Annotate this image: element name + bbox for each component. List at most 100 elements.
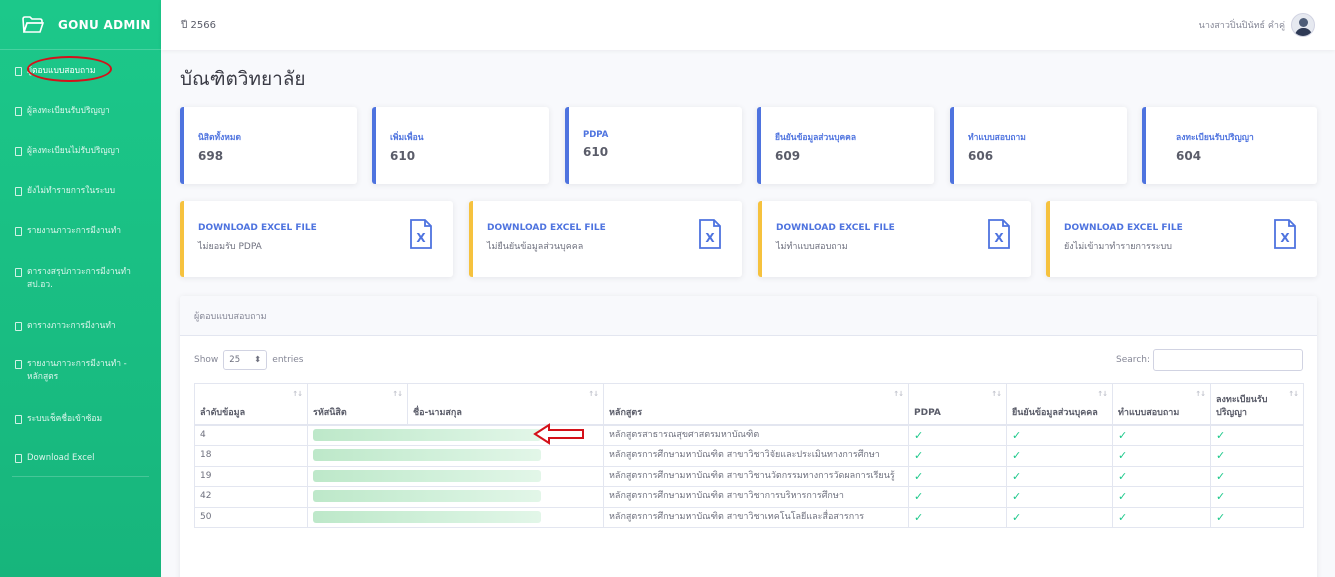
column-header[interactable]: รหัสนิสิต ↑↓ (307, 383, 408, 426)
document-icon (15, 322, 22, 331)
stat-label: ลงทะเบียนรับปริญญา (1176, 133, 1254, 143)
check-icon: ✓ (1210, 486, 1304, 508)
select-arrows-icon: ⬍ (254, 355, 262, 365)
check-icon: ✓ (1210, 506, 1304, 528)
sidebar-item-label: รายงานภาวะการมีงานทำ (27, 226, 121, 236)
column-header-label: ยืนยันข้อมูลส่วนบุคคล (1012, 407, 1098, 418)
excel-file-icon[interactable]: X (987, 219, 1011, 249)
year-label: ปี 2566 (181, 19, 216, 31)
sidebar: GONU ADMIN ผู้ตอบแบบสอบถาม ผู้ลงทะเบียนร… (0, 0, 161, 577)
stat-label: นิสิตทั้งหมด (198, 133, 241, 143)
svg-text:X: X (994, 231, 1004, 245)
stat-card-total-students: นิสิตทั้งหมด 698 (180, 107, 357, 184)
column-header[interactable]: ยืนยันข้อมูลส่วนบุคคล ↑↓ (1006, 383, 1113, 426)
entries-select[interactable]: 25 ⬍ (223, 350, 268, 370)
sidebar-item-registered-no-degree[interactable]: ผู้ลงทะเบียนไม่รับปริญญา (0, 145, 126, 158)
excel-file-icon[interactable]: X (409, 219, 433, 249)
document-icon (15, 415, 22, 424)
cell-program: หลักสูตรการศึกษามหาบัณฑิต สาขาวิชานวัตกร… (603, 465, 909, 487)
annotation-arrow-icon (533, 423, 584, 445)
cell-no: 4 (194, 424, 308, 446)
sidebar-item-employment-summary[interactable]: ตารางสรุปภาวะการมีงานทำ สป.อว. (0, 266, 150, 292)
check-icon: ✓ (1210, 424, 1304, 446)
check-icon: ✓ (908, 465, 1007, 487)
sidebar-item-download-excel[interactable]: Download Excel (0, 452, 100, 465)
table-header-row: ลำดับข้อมูล ↑↓ รหัสนิสิต ↑↓ ชื่อ-นามสกุล ↑↓… (194, 383, 1304, 426)
stat-card-degree-registration: ลงทะเบียนรับปริญญา 604 (1142, 107, 1317, 184)
sort-icon: ↑↓ (1195, 390, 1206, 398)
cell-no: 50 (194, 506, 308, 528)
table-row[interactable]: 4 หลักสูตรสาธารณสุขศาสตรมหาบัณฑิต ✓ ✓ ✓ … (194, 424, 1304, 446)
sidebar-item-label: ระบบเช็คชื่อเข้าซ้อม (27, 414, 103, 424)
sidebar-item-label: ผู้ลงทะเบียนไม่รับปริญญา (27, 146, 120, 156)
redacted-block (313, 490, 541, 502)
download-card-no-confirm[interactable]: DOWNLOAD EXCEL FILE ไม่ยืนยันข้อมูลส่วนบ… (469, 201, 742, 277)
sort-icon: ↑↓ (991, 390, 1002, 398)
check-icon: ✓ (1210, 465, 1304, 487)
sidebar-item-attendance-check[interactable]: ระบบเช็คชื่อเข้าซ้อม (0, 413, 108, 426)
table-row[interactable]: 19 หลักสูตรการศึกษามหาบัณฑิต สาขาวิชานวั… (194, 465, 1304, 487)
sidebar-divider (12, 476, 149, 477)
table-row[interactable]: 42 หลักสูตรการศึกษามหาบัณฑิต สาขาวิชาการ… (194, 486, 1304, 508)
excel-file-icon[interactable]: X (698, 219, 722, 249)
sort-icon: ↑↓ (392, 390, 403, 398)
stat-card-questionnaire: ทำแบบสอบถาม 606 (950, 107, 1127, 184)
document-icon (15, 187, 22, 196)
search-wrap: Search: (1116, 349, 1303, 371)
sidebar-item-label: Download Excel (27, 453, 95, 463)
column-header[interactable]: ชื่อ-นามสกุล ↑↓ (407, 383, 604, 426)
table-row[interactable]: 50 หลักสูตรการศึกษามหาบัณฑิต สาขาวิชาเทค… (194, 506, 1304, 528)
sort-icon: ↑↓ (292, 390, 303, 398)
check-icon: ✓ (1006, 486, 1113, 508)
stat-value: 609 (775, 149, 801, 163)
cell-program: หลักสูตรสาธารณสุขศาสตรมหาบัณฑิต (603, 424, 909, 446)
sidebar-item-employment-by-program[interactable]: รายงานภาวะการมีงานทำ - หลักสูตร (0, 358, 150, 384)
check-icon: ✓ (1112, 465, 1211, 487)
table-row[interactable]: 18 หลักสูตรการศึกษามหาบัณฑิต สาขาวิชาวิจ… (194, 445, 1304, 467)
document-icon (15, 227, 22, 236)
column-header[interactable]: ลงทะเบียนรับปริญญา ↑↓ (1210, 383, 1304, 426)
show-label: Show (194, 355, 219, 365)
stat-value: 606 (968, 149, 994, 163)
excel-file-icon[interactable]: X (1273, 219, 1297, 249)
stat-label: เพิ่มเพื่อน (390, 133, 424, 143)
cell-redacted (307, 465, 604, 487)
user-menu[interactable]: นางสาวปิ่นปินัทธ์ คำคู่ (1199, 13, 1315, 37)
sidebar-item-label: ตารางสรุปภาวะการมีงานทำ สป.อว. (27, 267, 131, 290)
document-icon (15, 67, 22, 76)
respondents-table: ลำดับข้อมูล ↑↓ รหัสนิสิต ↑↓ ชื่อ-นามสกุล ↑↓… (194, 383, 1304, 528)
column-header[interactable]: ทำแบบสอบถาม ↑↓ (1112, 383, 1211, 426)
sidebar-item-not-in-system[interactable]: ยังไม่ทำรายการในระบบ (0, 185, 121, 198)
sidebar-item-registered-degree[interactable]: ผู้ลงทะเบียนรับปริญญา (0, 105, 116, 118)
cell-redacted (307, 445, 604, 467)
download-card-no-questionnaire[interactable]: DOWNLOAD EXCEL FILE ไม่ทำแบบสอบถาม X (758, 201, 1031, 277)
cell-redacted (307, 506, 604, 528)
check-icon: ✓ (1006, 445, 1113, 467)
avatar (1291, 13, 1315, 37)
download-card-not-in-system[interactable]: DOWNLOAD EXCEL FILE ยังไม่เข้ามาทำรายการ… (1046, 201, 1317, 277)
stat-card-pdpa: PDPA 610 (565, 107, 742, 184)
sidebar-item-label: รายงานภาวะการมีงานทำ - หลักสูตร (27, 359, 127, 382)
column-header-label: ชื่อ-นามสกุล (413, 407, 462, 418)
check-icon: ✓ (1006, 424, 1113, 446)
column-header[interactable]: หลักสูตร ↑↓ (603, 383, 909, 426)
cell-no: 42 (194, 486, 308, 508)
brand[interactable]: GONU ADMIN (0, 0, 161, 50)
column-header[interactable]: PDPA ↑↓ (908, 383, 1007, 426)
sort-icon: ↑↓ (1097, 390, 1108, 398)
check-icon: ✓ (908, 445, 1007, 467)
sidebar-item-label: ตารางภาวะการมีงานทำ (27, 321, 116, 331)
brand-name: GONU ADMIN (58, 17, 151, 32)
sidebar-item-employment-table[interactable]: ตารางภาวะการมีงานทำ (0, 320, 122, 333)
download-card-no-pdpa[interactable]: DOWNLOAD EXCEL FILE ไม่ยอมรับ PDPA X (180, 201, 453, 277)
redacted-block (313, 449, 541, 461)
entries-value: 25 (229, 355, 241, 365)
check-icon: ✓ (908, 506, 1007, 528)
svg-text:X: X (705, 231, 715, 245)
document-icon (15, 268, 22, 277)
column-header[interactable]: ลำดับข้อมูล ↑↓ (194, 383, 308, 426)
redacted-block (313, 469, 541, 482)
sidebar-item-employment-report[interactable]: รายงานภาวะการมีงานทำ (0, 225, 127, 238)
stat-value: 610 (390, 149, 416, 163)
search-input[interactable] (1153, 349, 1303, 371)
